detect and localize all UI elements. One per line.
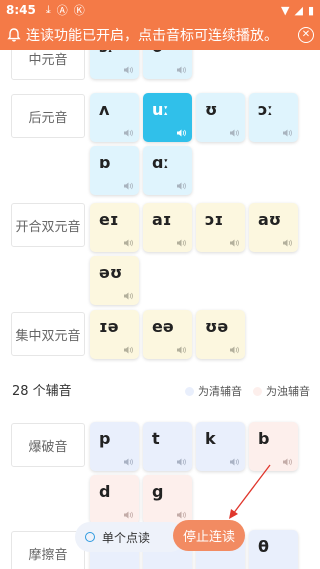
legend-voiced: 为浊辅音 (253, 383, 310, 399)
phoneme-card[interactable]: b (249, 422, 298, 471)
phoneme-card[interactable]: ʊə (196, 310, 245, 359)
speaker-icon (177, 182, 186, 190)
battery-icon: ▮ (307, 3, 314, 17)
app-a-icon: Ⓐ (56, 4, 68, 17)
bell-icon (7, 28, 21, 42)
speaker-icon (124, 511, 133, 519)
speaker-icon (124, 346, 133, 354)
speaker-icon (177, 346, 186, 354)
phoneme-symbol: ʊə (205, 317, 229, 336)
continuous-read-notice-overlay: 连读功能已开启，点击音标可连续播放。 ✕ (0, 20, 320, 50)
phoneme-symbol: əʊ (99, 263, 123, 282)
group-label-closing-diphthongs: 开合双元音 (11, 203, 85, 247)
status-bar: 8:45 ⤓ Ⓐ Ⓚ ▼ ◢ ▮ (0, 0, 320, 20)
phoneme-symbol: g (152, 482, 164, 501)
phoneme-card[interactable]: eɪ (90, 203, 139, 252)
speaker-icon (124, 292, 133, 300)
phoneme-symbol: eɪ (99, 210, 119, 229)
speaker-icon (124, 66, 133, 74)
group-label-plosives: 爆破音 (11, 423, 85, 467)
single-read-label: 单个点读 (102, 530, 151, 545)
phoneme-symbol: b (258, 429, 270, 448)
close-icon[interactable]: ✕ (298, 27, 314, 43)
phoneme-symbol: ɔː (258, 100, 273, 119)
speaker-icon (177, 458, 186, 466)
phoneme-symbol: θ (258, 537, 269, 556)
group-label-text: 集中双元音 (15, 328, 81, 344)
speaker-icon (230, 458, 239, 466)
phoneme-symbol: ʊ (205, 100, 218, 119)
group-label-text: 摩擦音 (28, 547, 68, 563)
legend-voiceless-text: 为清辅音 (198, 385, 242, 398)
phoneme-symbol: ɑː (152, 153, 169, 172)
signal-icon: ◢ (294, 3, 303, 17)
phoneme-card[interactable]: k (196, 422, 245, 471)
phoneme-card[interactable]: eə (143, 310, 192, 359)
speaker-icon (283, 129, 292, 137)
speaker-icon (124, 182, 133, 190)
phoneme-card[interactable]: d (90, 475, 139, 524)
speaker-icon (283, 239, 292, 247)
phoneme-symbol: ɔɪ (205, 210, 224, 229)
phoneme-card[interactable]: aʊ (249, 203, 298, 252)
notice-text: 连读功能已开启，点击音标可连续播放。 (26, 28, 278, 44)
speaker-icon (230, 129, 239, 137)
legend-voiced-text: 为浊辅音 (266, 385, 310, 398)
phoneme-card[interactable]: ɔː (249, 93, 298, 142)
phoneme-symbol: eə (152, 317, 174, 336)
phoneme-symbol: uː (152, 100, 169, 119)
phoneme-card[interactable]: ʌ (90, 93, 139, 142)
phoneme-card[interactable]: t (143, 422, 192, 471)
phoneme-card-active[interactable]: uː (143, 93, 192, 142)
phoneme-symbol: k (205, 429, 216, 448)
group-label-back-vowels: 后元音 (11, 94, 85, 138)
speaker-icon (230, 239, 239, 247)
phoneme-card[interactable]: ɔɪ (196, 203, 245, 252)
speaker-icon (177, 511, 186, 519)
consonants-title: 28 个辅音 (12, 384, 72, 399)
speaker-icon (124, 129, 133, 137)
phoneme-card[interactable]: g (143, 475, 192, 524)
phoneme-card[interactable]: θ (249, 530, 298, 569)
group-label-centring-diphthongs: 集中双元音 (11, 312, 85, 356)
group-label-text: 中元音 (28, 52, 68, 68)
single-read-button[interactable]: 单个点读 (75, 522, 185, 552)
stop-continuous-read-button[interactable]: 停止连读 (173, 520, 245, 551)
group-label-text: 爆破音 (28, 439, 68, 455)
speaker-icon (177, 129, 186, 137)
phoneme-card[interactable]: ʊ (196, 93, 245, 142)
phoneme-symbol: aʊ (258, 210, 282, 229)
phoneme-card[interactable]: əʊ (90, 256, 139, 305)
speaker-icon (230, 346, 239, 354)
speaker-icon (124, 239, 133, 247)
phoneme-card[interactable]: ɑː (143, 146, 192, 195)
legend-dot-voiced (253, 386, 262, 396)
phoneme-symbol: t (152, 429, 160, 448)
phoneme-symbol: p (99, 429, 111, 448)
phoneme-symbol: aɪ (152, 210, 172, 229)
wifi-icon: ▼ (281, 3, 290, 17)
phoneme-card[interactable]: p (90, 422, 139, 471)
phoneme-card[interactable]: aɪ (143, 203, 192, 252)
legend-dot-voiceless (185, 386, 194, 396)
radio-icon (85, 532, 95, 542)
phoneme-symbol: ɪə (99, 317, 119, 336)
group-label-text: 后元音 (28, 110, 68, 126)
download-icon: ⤓ (45, 3, 51, 16)
group-label-fricatives: 摩擦音 (11, 531, 85, 569)
phoneme-symbol: d (99, 482, 111, 501)
phoneme-card[interactable]: ɪə (90, 310, 139, 359)
speaker-icon (124, 458, 133, 466)
stop-continuous-read-label: 停止连读 (182, 530, 235, 545)
speaker-icon (177, 239, 186, 247)
phoneme-symbol: ʌ (99, 100, 110, 119)
speaker-icon (177, 66, 186, 74)
group-label-text: 开合双元音 (15, 219, 81, 235)
status-time: 8:45 (6, 3, 36, 17)
legend-voiceless: 为清辅音 (185, 383, 242, 399)
speaker-icon (283, 458, 292, 466)
app-k-icon: Ⓚ (73, 4, 85, 17)
phoneme-symbol: ɒ (99, 153, 111, 172)
phoneme-card[interactable]: ɒ (90, 146, 139, 195)
